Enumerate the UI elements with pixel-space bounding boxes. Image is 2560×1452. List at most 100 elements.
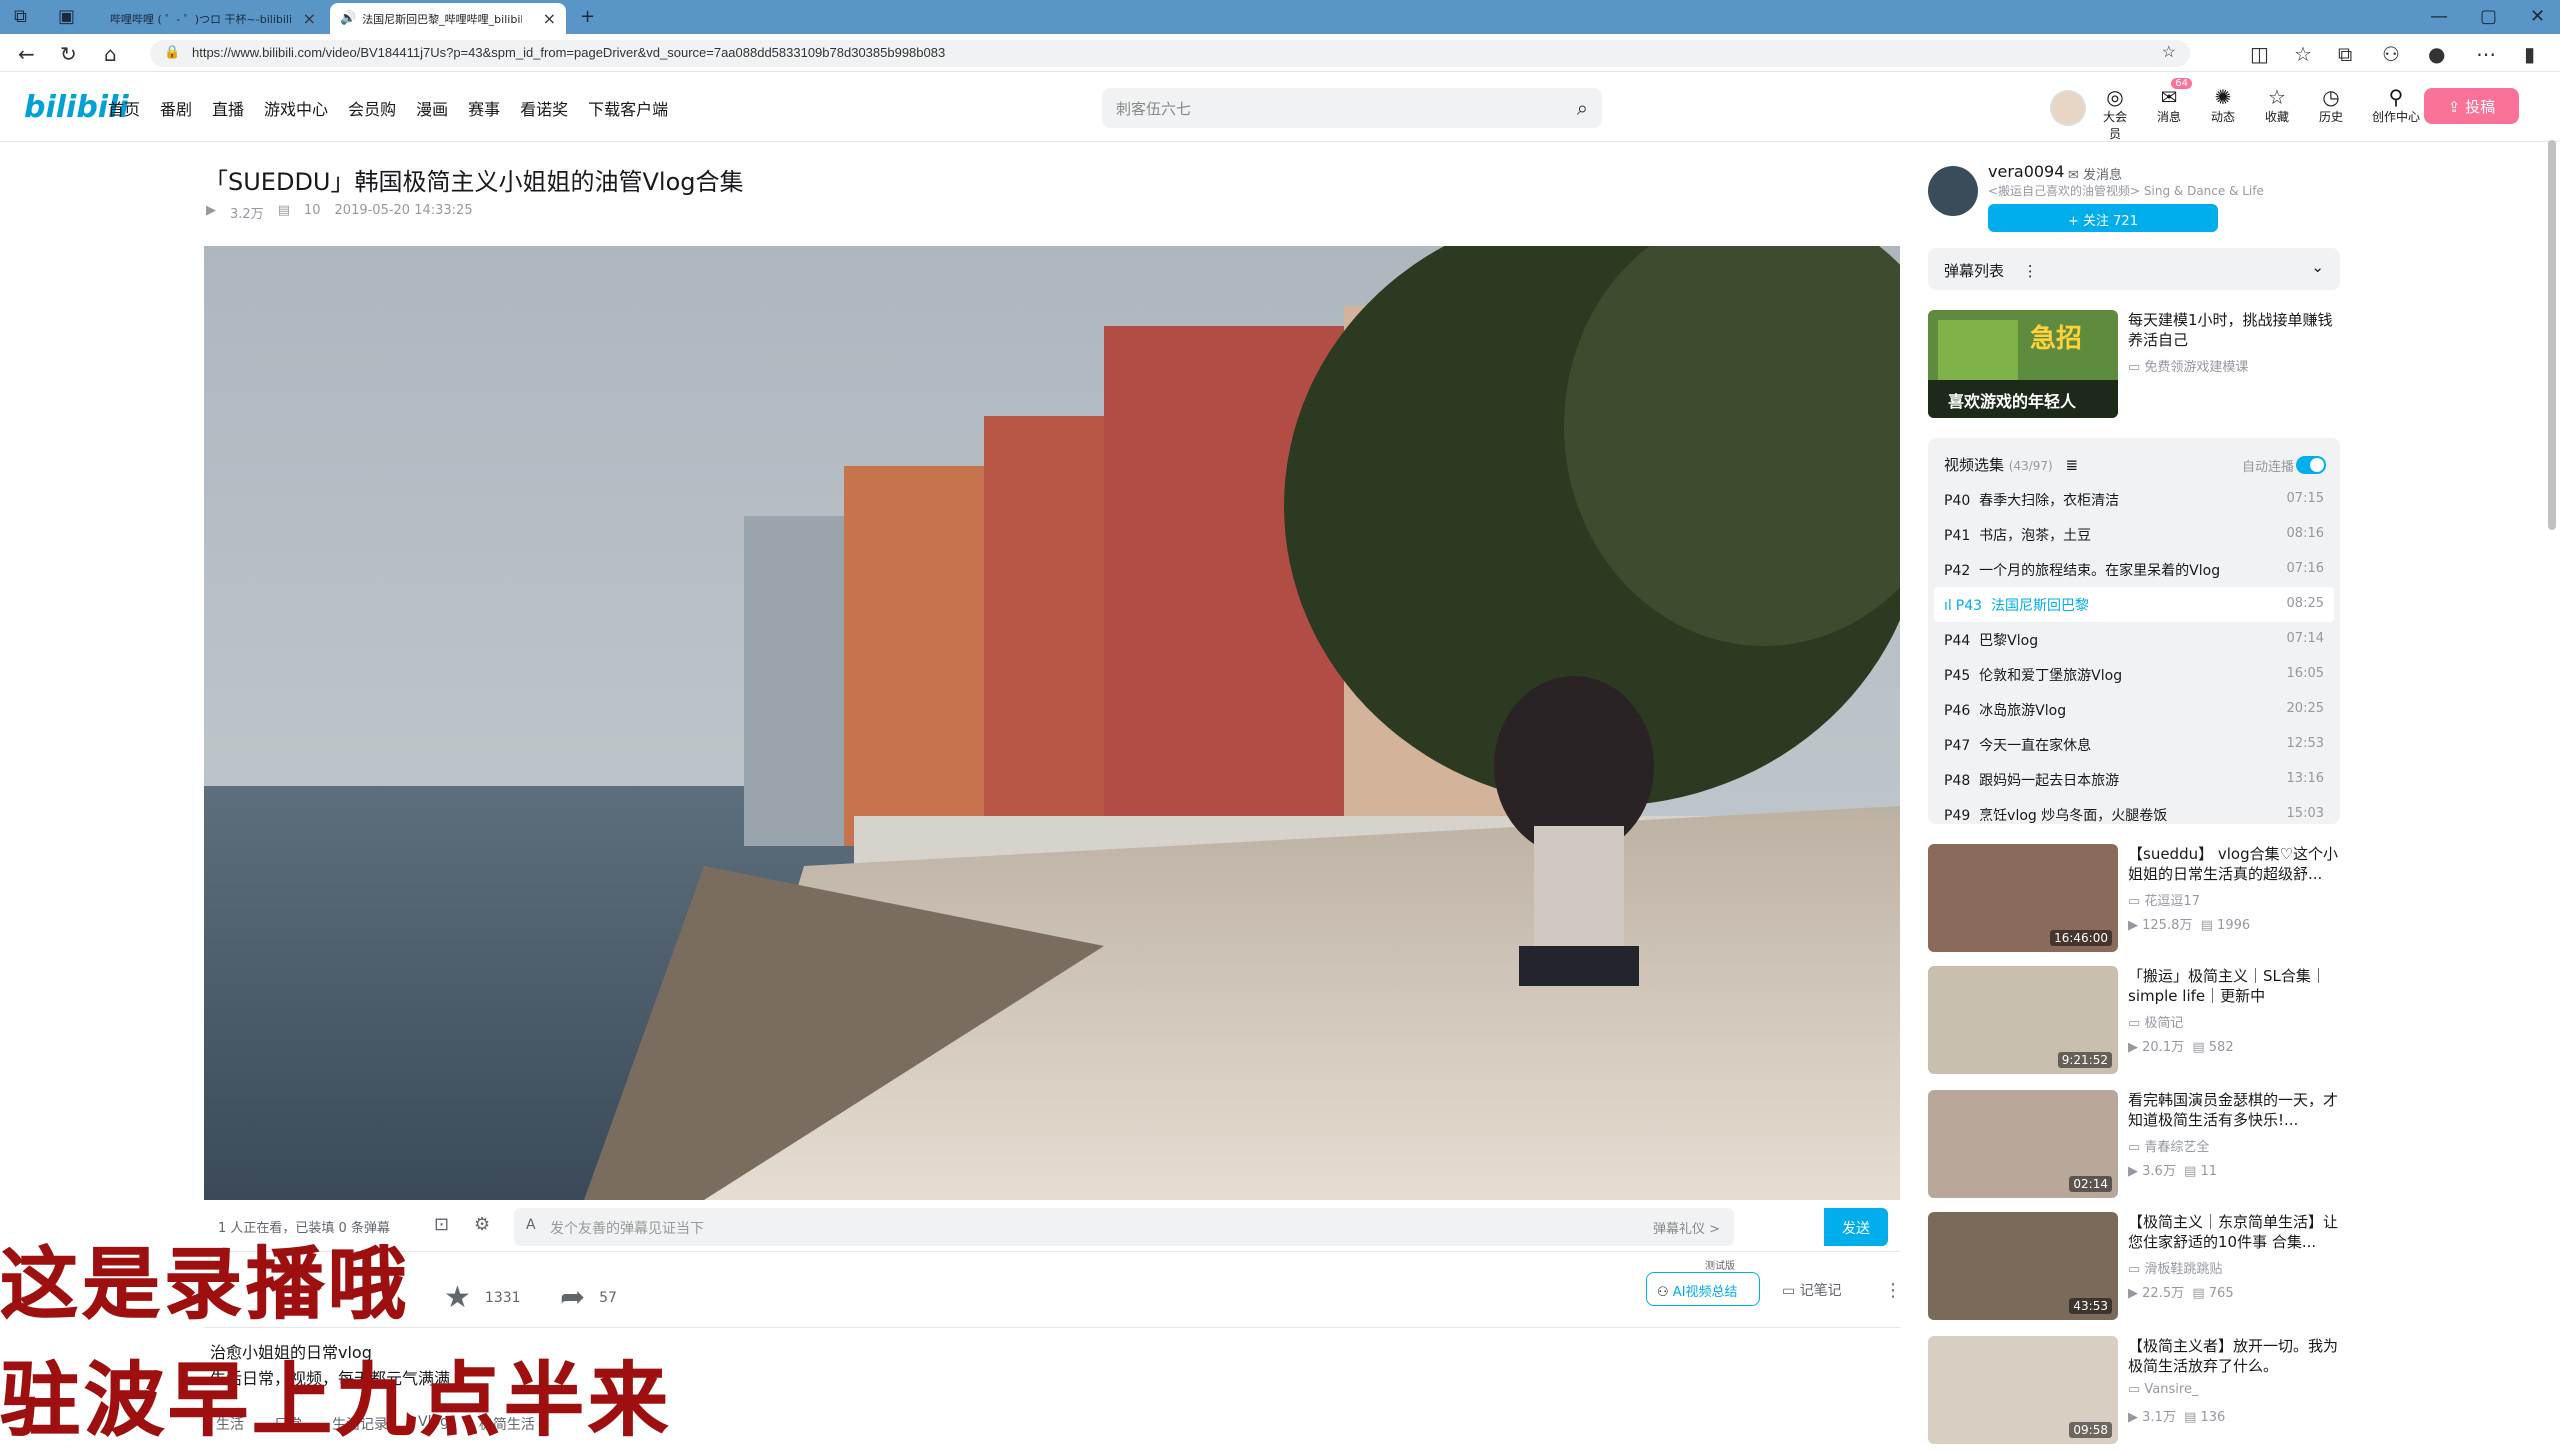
send-danmaku-button[interactable]: 发送 [1824, 1208, 1888, 1246]
recommended-title[interactable]: 【极简主义者】放开一切。我为极简生活放弃了什么。 [2128, 1336, 2340, 1376]
episode-item[interactable]: P48 跟妈妈一起去日本旅游 13:16 [1934, 762, 2334, 797]
overlay-line-1: 这是录播哦 [0, 1240, 411, 1331]
episode-item[interactable]: P49 烹饪vlog 炒乌冬面，火腿卷饭 15:03 [1934, 797, 2334, 832]
window-close-icon[interactable]: ✕ [2530, 6, 2545, 27]
recommended-title[interactable]: 【sueddu】 vlog合集♡这个小姐姐的日常生活真的超级舒... [2128, 844, 2340, 884]
ad-title: 每天建模1小时，挑战接单赚钱养活自己 [2128, 311, 2333, 349]
recommended-author[interactable]: ▭ Vansire_ [2128, 1382, 2198, 1397]
search-input[interactable]: 刺客伍六七 ⌕ [1102, 88, 1602, 128]
tab-actions-icon[interactable]: ▣ [58, 6, 75, 27]
close-icon[interactable]: × [303, 9, 316, 28]
danmaku-input[interactable]: A 发个友善的弹幕见证当下 弹幕礼仪 > [514, 1208, 1734, 1246]
nav-download-client[interactable]: 下载客户端 [588, 96, 668, 120]
creator-button[interactable]: ⚲ 创作中心 [2368, 86, 2424, 142]
share-action[interactable]: ➦ 57 [560, 1280, 617, 1315]
profile-icon[interactable]: ● [2428, 42, 2445, 66]
more-icon[interactable]: ⋯ [2476, 42, 2496, 66]
recommended-author[interactable]: ▭ 极简记 [2128, 1012, 2183, 1031]
vip-button[interactable]: ◎ 大会员 [2098, 86, 2132, 142]
back-icon[interactable]: ← [18, 42, 35, 66]
star-icon[interactable]: ☆ [2162, 42, 2176, 62]
maximize-icon[interactable]: ▢ [2480, 6, 2497, 27]
recommended-video[interactable]: 16:46:00 【sueddu】 vlog合集♡这个小姐姐的日常生活真的超级舒.… [1928, 844, 2340, 952]
refresh-icon[interactable]: ↻ [60, 42, 77, 66]
danmaku-settings-icon[interactable]: ⚙ [474, 1214, 490, 1235]
close-icon[interactable]: × [543, 9, 556, 28]
recommended-author[interactable]: ▭ 青春综艺全 [2128, 1136, 2209, 1155]
notes-button[interactable]: ▭ 记笔记 [1782, 1280, 1842, 1300]
up-icon: ▭ [2128, 1262, 2145, 1277]
ai-summary-button[interactable]: ⚇ AI视频总结 测试版 [1646, 1261, 1760, 1306]
more-options-icon[interactable]: ⋮ [1884, 1280, 1902, 1301]
split-screen-icon[interactable]: ◫ [2250, 42, 2269, 66]
episode-item[interactable]: P45 伦敦和爱丁堡旅游Vlog 16:05 [1934, 657, 2334, 692]
episode-item[interactable]: P47 今天一直在家休息 12:53 [1934, 727, 2334, 762]
danmaku-toggle-icon[interactable]: ⊡ [434, 1214, 449, 1235]
mail-icon: ✉ [2068, 168, 2084, 183]
nav-manga[interactable]: 漫画 [416, 96, 448, 120]
recommended-video[interactable]: 02:14 看完韩国演员金瑟棋的一天，才知道极简生活有多快乐!... ▭ 青春综艺全… [1928, 1090, 2340, 1198]
sidebar-icon[interactable]: ▮ [2524, 42, 2535, 66]
nav-game-center[interactable]: 游戏中心 [264, 96, 328, 120]
more-icon[interactable]: ⋮ [2023, 262, 2038, 280]
favorite-button[interactable]: ☆ 收藏 [2260, 86, 2294, 142]
episode-item[interactable]: P40 春季大扫除，衣柜清洁 07:15 [1934, 482, 2334, 517]
favorite-action[interactable]: ★ 1331 [444, 1280, 521, 1315]
recommended-video[interactable]: 43:53 【极简主义｜东京简单生活】让您住家舒适的10件事 合集... ▭ 滑板鞋… [1928, 1212, 2340, 1320]
ad-card[interactable]: 急招 喜欢游戏的年轻人 每天建模1小时，挑战接单赚钱养活自己 ▭ 免费领游戏建模… [1928, 310, 2340, 418]
video-thumbnail: 09:58 [1928, 1336, 2118, 1444]
tab-current-video[interactable]: 🔊 法国尼斯回巴黎_哔哩哔哩_bilibili × [330, 3, 566, 34]
workspaces-icon[interactable]: ⧉ [14, 6, 27, 27]
favorites-icon[interactable]: ☆ [2294, 42, 2312, 66]
list-icon[interactable]: ≣ [2066, 456, 2079, 474]
new-tab-icon[interactable]: + [580, 6, 595, 27]
upload-button[interactable]: ⇪ 投稿 [2424, 88, 2519, 124]
message-button[interactable]: ✉ 64 消息 [2152, 78, 2192, 142]
nav-esports[interactable]: 赛事 [468, 96, 500, 120]
collections-icon[interactable]: ⧉ [2338, 42, 2352, 66]
episode-item[interactable]: ıl P43 法国尼斯回巴黎 08:25 [1934, 587, 2334, 622]
play-icon: ▶ [2128, 1040, 2143, 1055]
episode-item[interactable]: P42 一个月的旅程结束。在家里呆着的Vlog 07:16 [1934, 552, 2334, 587]
uploader-name[interactable]: vera0094 [1988, 162, 2064, 181]
user-avatar[interactable] [2050, 90, 2086, 126]
chevron-down-icon[interactable]: ⌄ [2311, 258, 2324, 276]
episode-item[interactable]: P46 冰岛旅游Vlog 20:25 [1934, 692, 2334, 727]
video-actions: ★ 1331 ➦ 57 ⚇ AI视频总结 测试版 ▭ 记笔记 ⋮ [204, 1258, 1902, 1328]
nav-anime[interactable]: 番剧 [160, 96, 192, 120]
page-scrollbar[interactable] [2548, 140, 2556, 530]
danmaku-list-toggle[interactable]: 弹幕列表 ⋮ ⌄ [1928, 248, 2340, 290]
episode-item[interactable]: P44 巴黎Vlog 07:14 [1934, 622, 2334, 657]
danmaku-count: 10 [303, 203, 321, 218]
autoplay-toggle[interactable] [2296, 456, 2326, 474]
recommended-title[interactable]: 「搬运」极简主义｜SL合集｜simple life｜更新中 [2128, 966, 2340, 1006]
recommended-title[interactable]: 看完韩国演员金瑟棋的一天，才知道极简生活有多快乐!... [2128, 1090, 2340, 1130]
nav-home[interactable]: 首页 [108, 96, 140, 120]
font-style-icon[interactable]: A [526, 1217, 536, 1233]
home-icon[interactable]: ⌂ [104, 42, 117, 66]
recommended-author[interactable]: ▭ 花逗逗17 [2128, 890, 2200, 909]
danmaku-etiquette-link[interactable]: 弹幕礼仪 > [1653, 1218, 1720, 1237]
nav-shop[interactable]: 会员购 [348, 96, 396, 120]
recommended-author[interactable]: ▭ 滑板鞋跳跳贴 [2128, 1258, 2222, 1277]
extensions-icon[interactable]: ⚇ [2382, 42, 2400, 66]
episode-item[interactable]: P41 书店，泡茶，土豆 08:16 [1934, 517, 2334, 552]
url-field[interactable]: 🔒 https://www.bilibili.com/video/BV18441… [150, 40, 2190, 67]
robot-icon: ⚇ [1657, 1285, 1673, 1300]
follow-button[interactable]: + 关注 721 [1988, 204, 2218, 232]
minimize-icon[interactable]: — [2430, 6, 2448, 27]
search-icon[interactable]: ⌕ [1577, 96, 1588, 120]
danmaku-icon: ▤ [2184, 1164, 2201, 1179]
tab-bilibili-home[interactable]: 哔哩哔哩 ( ゜- ゜)つロ 干杯~-bilibili × [100, 3, 326, 34]
send-message-link[interactable]: ✉ 发消息 [2068, 164, 2122, 183]
nav-nobel[interactable]: 看诺奖 [520, 96, 568, 120]
recommended-video[interactable]: 09:58 【极简主义者】放开一切。我为极简生活放弃了什么。 ▭ Vansire_ ▶… [1928, 1336, 2340, 1444]
recommended-video[interactable]: 9:21:52 「搬运」极简主义｜SL合集｜simple life｜更新中 ▭ 极简… [1928, 966, 2340, 1074]
history-button[interactable]: ◷ 历史 [2314, 86, 2348, 142]
uploader-avatar[interactable] [1928, 166, 1978, 216]
video-player[interactable] [204, 246, 1900, 1200]
dynamic-button[interactable]: ✺ 动态 [2206, 86, 2240, 142]
nav-live[interactable]: 直播 [212, 96, 244, 120]
danmaku-icon: ▤ [2184, 1410, 2201, 1425]
recommended-title[interactable]: 【极简主义｜东京简单生活】让您住家舒适的10件事 合集... [2128, 1212, 2340, 1252]
